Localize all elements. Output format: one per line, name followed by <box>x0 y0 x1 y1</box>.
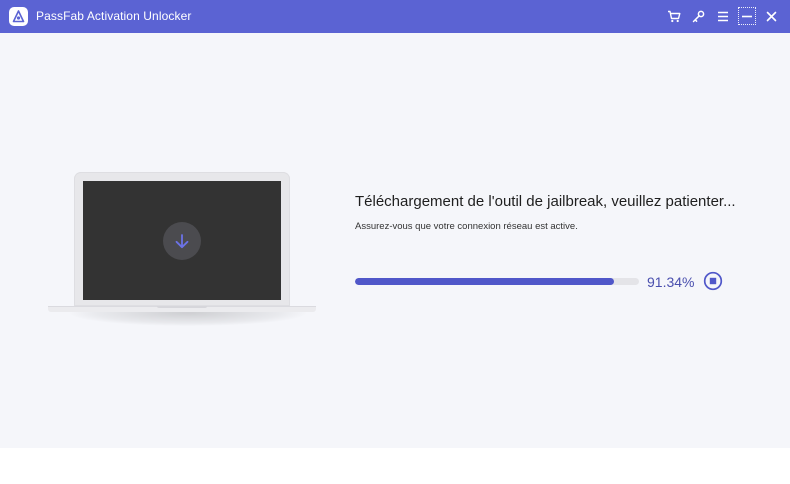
key-icon <box>692 10 704 22</box>
key-button[interactable] <box>688 6 708 26</box>
app-logo-icon <box>9 7 28 26</box>
progress-bar <box>355 278 639 285</box>
network-hint: Assurez-vous que votre connexion réseau … <box>355 221 578 232</box>
progress-bar-fill <box>355 278 615 285</box>
minimize-button[interactable] <box>737 6 757 26</box>
menu-button[interactable] <box>713 6 733 26</box>
cart-icon <box>668 10 681 22</box>
download-icon <box>163 222 201 260</box>
progress-percent: 91.34% <box>647 274 695 290</box>
menu-icon <box>718 11 728 21</box>
title-bar: PassFab Activation Unlocker <box>0 0 790 33</box>
stop-button[interactable] <box>703 271 723 291</box>
cart-button[interactable] <box>664 6 684 26</box>
footer-bar <box>0 448 790 484</box>
close-icon <box>766 11 776 21</box>
minimize-icon <box>742 15 752 17</box>
stop-icon <box>703 271 723 291</box>
laptop-notch <box>157 306 207 308</box>
app-title: PassFab Activation Unlocker <box>36 9 192 23</box>
download-heading: Téléchargement de l'outil de jailbreak, … <box>355 193 736 210</box>
close-button[interactable] <box>761 6 781 26</box>
